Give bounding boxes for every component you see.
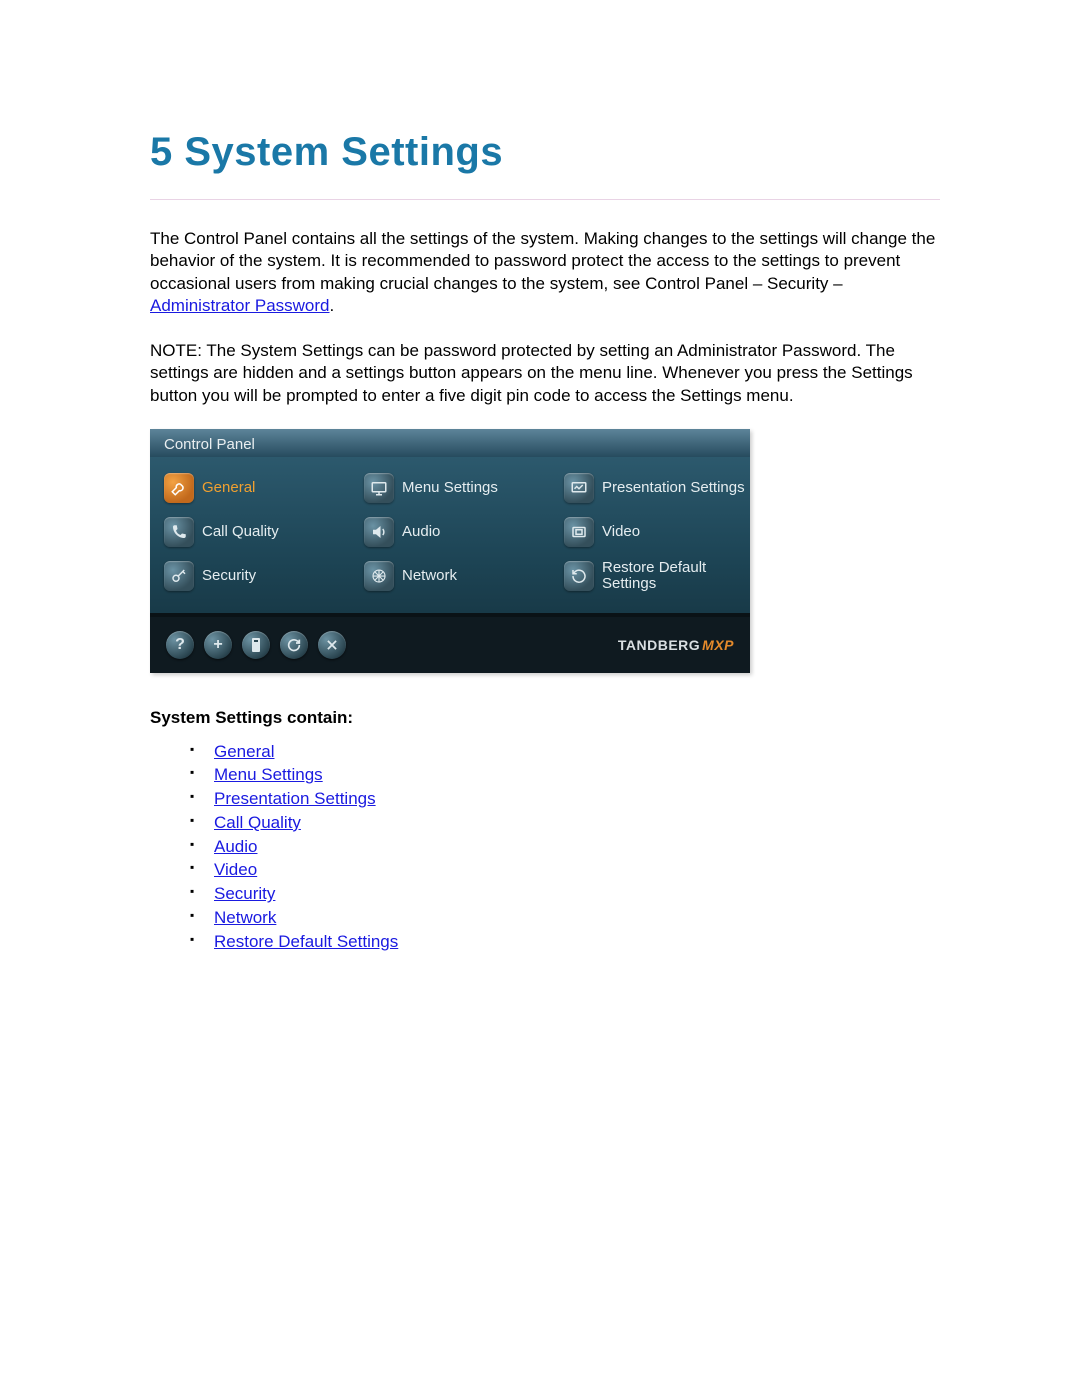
- page-title: 5 System Settings: [150, 130, 940, 175]
- panel-item-general[interactable]: General: [164, 471, 364, 505]
- document-page: 5 System Settings The Control Panel cont…: [0, 0, 1080, 1397]
- link-call-quality[interactable]: Call Quality: [214, 813, 301, 832]
- frame-icon: [564, 517, 594, 547]
- list-heading: System Settings contain:: [150, 707, 940, 729]
- link-general[interactable]: General: [214, 742, 274, 761]
- link-video[interactable]: Video: [214, 860, 257, 879]
- key-icon: [164, 561, 194, 591]
- plus-icon[interactable]: +: [204, 631, 232, 659]
- close-icon[interactable]: [318, 631, 346, 659]
- help-icon[interactable]: ?: [166, 631, 194, 659]
- link-audio[interactable]: Audio: [214, 837, 257, 856]
- control-panel-title: Control Panel: [150, 429, 750, 457]
- panel-item-network[interactable]: Network: [364, 559, 564, 593]
- link-network[interactable]: Network: [214, 908, 276, 927]
- list-item: General: [190, 740, 940, 764]
- note-paragraph: NOTE: The System Settings can be passwor…: [150, 340, 940, 407]
- list-item: Call Quality: [190, 811, 940, 835]
- list-item: Video: [190, 858, 940, 882]
- panel-item-label: Menu Settings: [402, 480, 498, 497]
- list-item: Restore Default Settings: [190, 930, 940, 954]
- reload-icon: [564, 561, 594, 591]
- link-restore-defaults[interactable]: Restore Default Settings: [214, 932, 398, 951]
- list-item: Security: [190, 882, 940, 906]
- web-icon: [364, 561, 394, 591]
- brand-mxp: MXP: [702, 637, 734, 653]
- refresh-icon[interactable]: [280, 631, 308, 659]
- list-item: Menu Settings: [190, 763, 940, 787]
- administrator-password-link[interactable]: Administrator Password: [150, 296, 330, 315]
- control-panel-footer: ? + TANDBERG MXP: [150, 613, 750, 673]
- panel-item-label: General: [202, 480, 255, 497]
- link-presentation-settings[interactable]: Presentation Settings: [214, 789, 376, 808]
- panel-item-label: Presentation Settings: [602, 480, 745, 497]
- panel-item-video[interactable]: Video: [564, 515, 750, 549]
- panel-item-label: Call Quality: [202, 524, 279, 541]
- footer-icon-row: ? +: [166, 631, 346, 659]
- control-panel-screenshot: Control Panel General Menu Settings Pres…: [150, 429, 750, 673]
- link-security[interactable]: Security: [214, 884, 275, 903]
- panel-item-label: Security: [202, 568, 256, 585]
- link-menu-settings[interactable]: Menu Settings: [214, 765, 323, 784]
- panel-item-label: Audio: [402, 524, 440, 541]
- intro-text-pre: The Control Panel contains all the setti…: [150, 229, 935, 293]
- speaker-icon: [364, 517, 394, 547]
- panel-item-security[interactable]: Security: [164, 559, 364, 593]
- panel-item-label: Network: [402, 568, 457, 585]
- panel-item-label: Restore Default Settings: [602, 560, 750, 593]
- remote-icon[interactable]: [242, 631, 270, 659]
- chart-icon: [564, 473, 594, 503]
- list-item: Network: [190, 906, 940, 930]
- panel-item-presentation-settings[interactable]: Presentation Settings: [564, 471, 750, 505]
- phone-icon: [164, 517, 194, 547]
- panel-item-restore-defaults[interactable]: Restore Default Settings: [564, 559, 750, 593]
- panel-item-audio[interactable]: Audio: [364, 515, 564, 549]
- control-panel-body: General Menu Settings Presentation Setti…: [150, 457, 750, 613]
- intro-paragraph: The Control Panel contains all the setti…: [150, 228, 940, 318]
- brand-logo: TANDBERG MXP: [618, 637, 734, 653]
- list-item: Audio: [190, 835, 940, 859]
- list-item: Presentation Settings: [190, 787, 940, 811]
- monitor-icon: [364, 473, 394, 503]
- panel-item-call-quality[interactable]: Call Quality: [164, 515, 364, 549]
- settings-link-list: General Menu Settings Presentation Setti…: [190, 740, 940, 954]
- intro-text-post: .: [330, 296, 335, 315]
- panel-item-label: Video: [602, 524, 640, 541]
- brand-tandberg: TANDBERG: [618, 637, 700, 653]
- horizontal-rule: [150, 199, 940, 200]
- panel-item-menu-settings[interactable]: Menu Settings: [364, 471, 564, 505]
- wrench-icon: [164, 473, 194, 503]
